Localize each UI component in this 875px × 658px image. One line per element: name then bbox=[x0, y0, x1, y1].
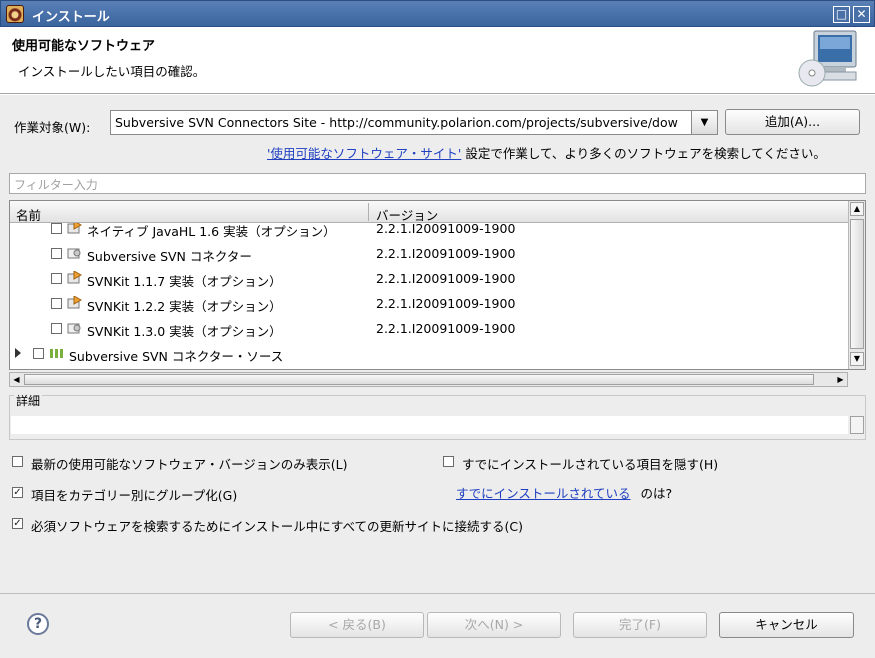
tree-horizontal-scrollbar[interactable]: ◀ ▶ bbox=[9, 372, 848, 387]
column-name[interactable]: 名前 bbox=[16, 205, 41, 224]
hide-installed-checkbox[interactable] bbox=[443, 456, 454, 467]
scroll-thumb[interactable] bbox=[850, 219, 864, 349]
cancel-button[interactable]: キャンセル bbox=[719, 612, 854, 638]
tree-row[interactable]: Subversive SVN コネクター 2.2.1.I20091009-190… bbox=[10, 242, 848, 267]
installed-info: すでにインストールされている のは? bbox=[456, 483, 672, 502]
filter-input[interactable]: フィルター入力 bbox=[9, 173, 866, 194]
software-tree[interactable]: 名前 バージョン ネイティブ JavaHL 1.6 実装（オプション） 2.2.… bbox=[9, 200, 866, 370]
available-sites-link[interactable]: '使用可能なソフトウェア・サイト' bbox=[267, 146, 461, 161]
expand-arrow-icon[interactable] bbox=[15, 348, 21, 358]
tree-row[interactable]: SVNKit 1.1.7 実装（オプション） 2.2.1.I20091009-1… bbox=[10, 267, 848, 292]
tree-row[interactable]: Subversive SVN コネクター・ソース bbox=[10, 342, 848, 367]
scroll-right-icon[interactable]: ▶ bbox=[834, 374, 847, 385]
row-checkbox[interactable] bbox=[51, 248, 62, 259]
plugin-gray-icon bbox=[67, 323, 81, 334]
work-with-combo[interactable]: Subversive SVN Connectors Site - http://… bbox=[110, 110, 718, 135]
tree-row[interactable]: SVNKit 1.2.2 実装（オプション） 2.2.1.I20091009-1… bbox=[10, 292, 848, 317]
details-label: 詳細 bbox=[14, 392, 43, 409]
row-checkbox[interactable] bbox=[51, 323, 62, 334]
column-version[interactable]: バージョン bbox=[376, 205, 438, 224]
row-name: ネイティブ JavaHL 1.6 実装（オプション） bbox=[87, 224, 336, 239]
row-name: SVNKit 1.3.0 実装（オプション） bbox=[87, 324, 282, 339]
row-checkbox[interactable] bbox=[51, 298, 62, 309]
add-site-button[interactable]: 追加(A)... bbox=[725, 109, 860, 135]
close-icon[interactable]: ✕ bbox=[853, 6, 870, 23]
page-title: 使用可能なソフトウェア bbox=[12, 39, 156, 54]
title-bar[interactable]: インストール □ ✕ bbox=[0, 0, 875, 27]
maximize-icon[interactable]: □ bbox=[833, 6, 850, 23]
latest-only-checkbox[interactable] bbox=[12, 456, 23, 467]
row-version: 2.2.1.I20091009-1900 bbox=[376, 246, 516, 261]
next-button[interactable]: 次へ(N) > bbox=[427, 612, 561, 638]
app-icon bbox=[6, 5, 24, 23]
plugin-orange-icon bbox=[67, 223, 82, 234]
row-version: 2.2.1.I20091009-1900 bbox=[376, 296, 516, 311]
row-name: SVNKit 1.1.7 実装（オプション） bbox=[87, 274, 282, 289]
plugin-gray-icon bbox=[67, 248, 81, 259]
help-icon[interactable]: ? bbox=[27, 613, 49, 635]
hide-installed-label[interactable]: すでにインストールされている項目を隠す(H) bbox=[462, 454, 718, 473]
contact-sites-label[interactable]: 必須ソフトウェアを検索するためにインストール中にすべての更新サイトに接続する(C… bbox=[31, 516, 523, 535]
scroll-down-icon[interactable]: ▼ bbox=[850, 352, 864, 366]
scroll-up-icon[interactable]: ▲ bbox=[850, 202, 864, 216]
latest-only-label[interactable]: 最新の使用可能なソフトウェア・バージョンのみ表示(L) bbox=[31, 454, 347, 473]
window-title: インストール bbox=[32, 10, 110, 25]
already-installed-link[interactable]: すでにインストールされている bbox=[456, 486, 631, 501]
wizard-header: 使用可能なソフトウェア インストールしたい項目の確認。 bbox=[0, 27, 875, 94]
wizard-footer: ? < 戻る(B) 次へ(N) > 完了(F) キャンセル bbox=[0, 593, 875, 658]
installed-suffix: のは? bbox=[640, 486, 673, 501]
column-divider[interactable] bbox=[368, 203, 369, 221]
contact-sites-checkbox[interactable]: ✓ bbox=[12, 518, 23, 529]
details-scrollbar[interactable] bbox=[850, 416, 864, 434]
plugin-orange-icon bbox=[67, 296, 82, 309]
row-name: Subversive SVN コネクター・ソース bbox=[69, 349, 284, 364]
group-by-category-label[interactable]: 項目をカテゴリー別にグループ化(G) bbox=[31, 485, 237, 504]
scroll-thumb[interactable] bbox=[24, 374, 814, 385]
tree-row[interactable]: ネイティブ JavaHL 1.6 実装（オプション） 2.2.1.I200910… bbox=[10, 223, 848, 242]
group-by-category-checkbox[interactable]: ✓ bbox=[12, 487, 23, 498]
wizard-body: 作業対象(W): Subversive SVN Connectors Site … bbox=[0, 95, 875, 593]
scroll-left-icon[interactable]: ◀ bbox=[10, 374, 23, 385]
row-name: Subversive SVN コネクター bbox=[87, 249, 252, 264]
finish-button[interactable]: 完了(F) bbox=[573, 612, 707, 638]
row-checkbox[interactable] bbox=[33, 348, 44, 359]
back-button[interactable]: < 戻る(B) bbox=[290, 612, 424, 638]
tree-rows: ネイティブ JavaHL 1.6 実装（オプション） 2.2.1.I200910… bbox=[10, 223, 848, 369]
row-checkbox[interactable] bbox=[51, 223, 62, 234]
page-subtitle: インストールしたい項目の確認。 bbox=[18, 64, 206, 79]
category-icon bbox=[50, 349, 63, 358]
work-with-label: 作業対象(W): bbox=[14, 120, 91, 135]
details-group: 詳細 bbox=[9, 392, 866, 440]
row-version: 2.2.1.I20091009-1900 bbox=[376, 321, 516, 336]
details-text[interactable] bbox=[11, 416, 848, 434]
row-version: 2.2.1.I20091009-1900 bbox=[376, 271, 516, 286]
install-monitor-icon bbox=[798, 30, 857, 87]
tree-row[interactable]: SVNKit 1.3.0 実装（オプション） 2.2.1.I20091009-1… bbox=[10, 317, 848, 342]
sites-info: '使用可能なソフトウェア・サイト' 設定で作業して、より多くのソフトウェアを検索… bbox=[267, 143, 826, 162]
sites-info-text: 設定で作業して、より多くのソフトウェアを検索してください。 bbox=[465, 146, 826, 161]
tree-vertical-scrollbar[interactable]: ▲ ▼ bbox=[848, 201, 865, 369]
work-with-value[interactable]: Subversive SVN Connectors Site - http://… bbox=[115, 115, 690, 130]
row-checkbox[interactable] bbox=[51, 273, 62, 284]
chevron-down-icon[interactable]: ▼ bbox=[691, 111, 717, 134]
plugin-orange-icon bbox=[67, 271, 82, 284]
tree-header: 名前 バージョン bbox=[10, 201, 848, 223]
row-name: SVNKit 1.2.2 実装（オプション） bbox=[87, 299, 282, 314]
row-version: 2.2.1.I20091009-1900 bbox=[376, 223, 516, 236]
